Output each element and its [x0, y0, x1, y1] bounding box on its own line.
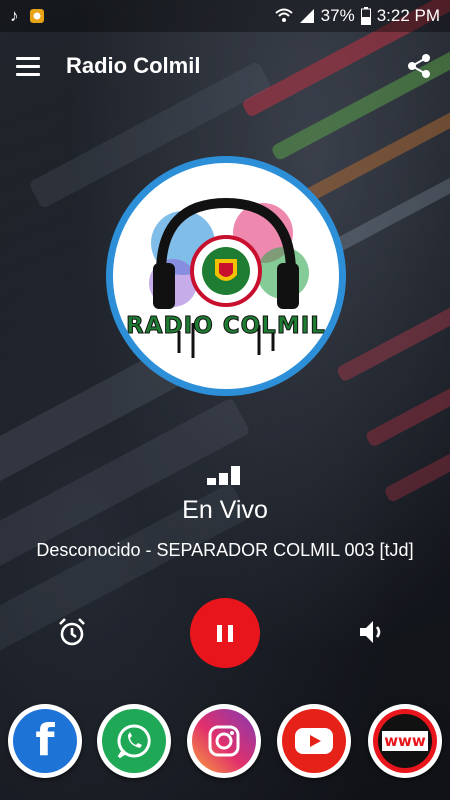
stream-status: En Vivo	[182, 496, 268, 524]
volume-icon	[360, 621, 381, 643]
station-logo: RADIO COLMIL	[106, 156, 346, 396]
menu-button[interactable]	[16, 51, 46, 81]
player-controls	[0, 598, 450, 668]
facebook-button[interactable]: f	[8, 704, 82, 778]
hamburger-icon	[16, 56, 40, 60]
globe-icon: www	[373, 709, 437, 773]
app-bar: Radio Colmil	[0, 32, 450, 100]
instagram-icon	[192, 709, 256, 773]
status-bar: ♪ 37% 3:22 PM	[0, 0, 450, 32]
volume-button[interactable]	[356, 616, 388, 648]
pause-button[interactable]	[190, 598, 260, 668]
notification-app-icon	[29, 9, 44, 23]
app-title: Radio Colmil	[66, 53, 201, 78]
alarm-button[interactable]	[56, 616, 88, 648]
alarm-clock-icon	[59, 618, 85, 646]
music-note-icon: ♪	[10, 6, 19, 25]
pause-icon	[217, 624, 222, 642]
youtube-icon	[282, 709, 346, 773]
social-links: f www	[0, 704, 450, 782]
battery-percent: 37%	[320, 6, 355, 25]
now-playing-title: Desconocido - SEPARADOR COLMIL 003 [tJd]	[36, 540, 414, 560]
youtube-button[interactable]	[277, 704, 351, 778]
facebook-icon: f	[13, 709, 77, 773]
share-button[interactable]	[404, 51, 434, 81]
wifi-icon	[274, 8, 293, 22]
signal-strength-icon	[207, 466, 240, 485]
whatsapp-icon	[102, 709, 166, 773]
whatsapp-button[interactable]	[97, 704, 171, 778]
logo-artwork	[149, 197, 309, 358]
share-icon	[408, 54, 430, 78]
cell-signal-icon	[299, 9, 314, 23]
website-button[interactable]: www	[368, 704, 442, 778]
clock: 3:22 PM	[376, 6, 440, 25]
logo-text: RADIO COLMIL	[126, 313, 326, 340]
background-overlay	[0, 0, 450, 800]
battery-icon	[360, 7, 371, 25]
instagram-button[interactable]	[187, 704, 261, 778]
